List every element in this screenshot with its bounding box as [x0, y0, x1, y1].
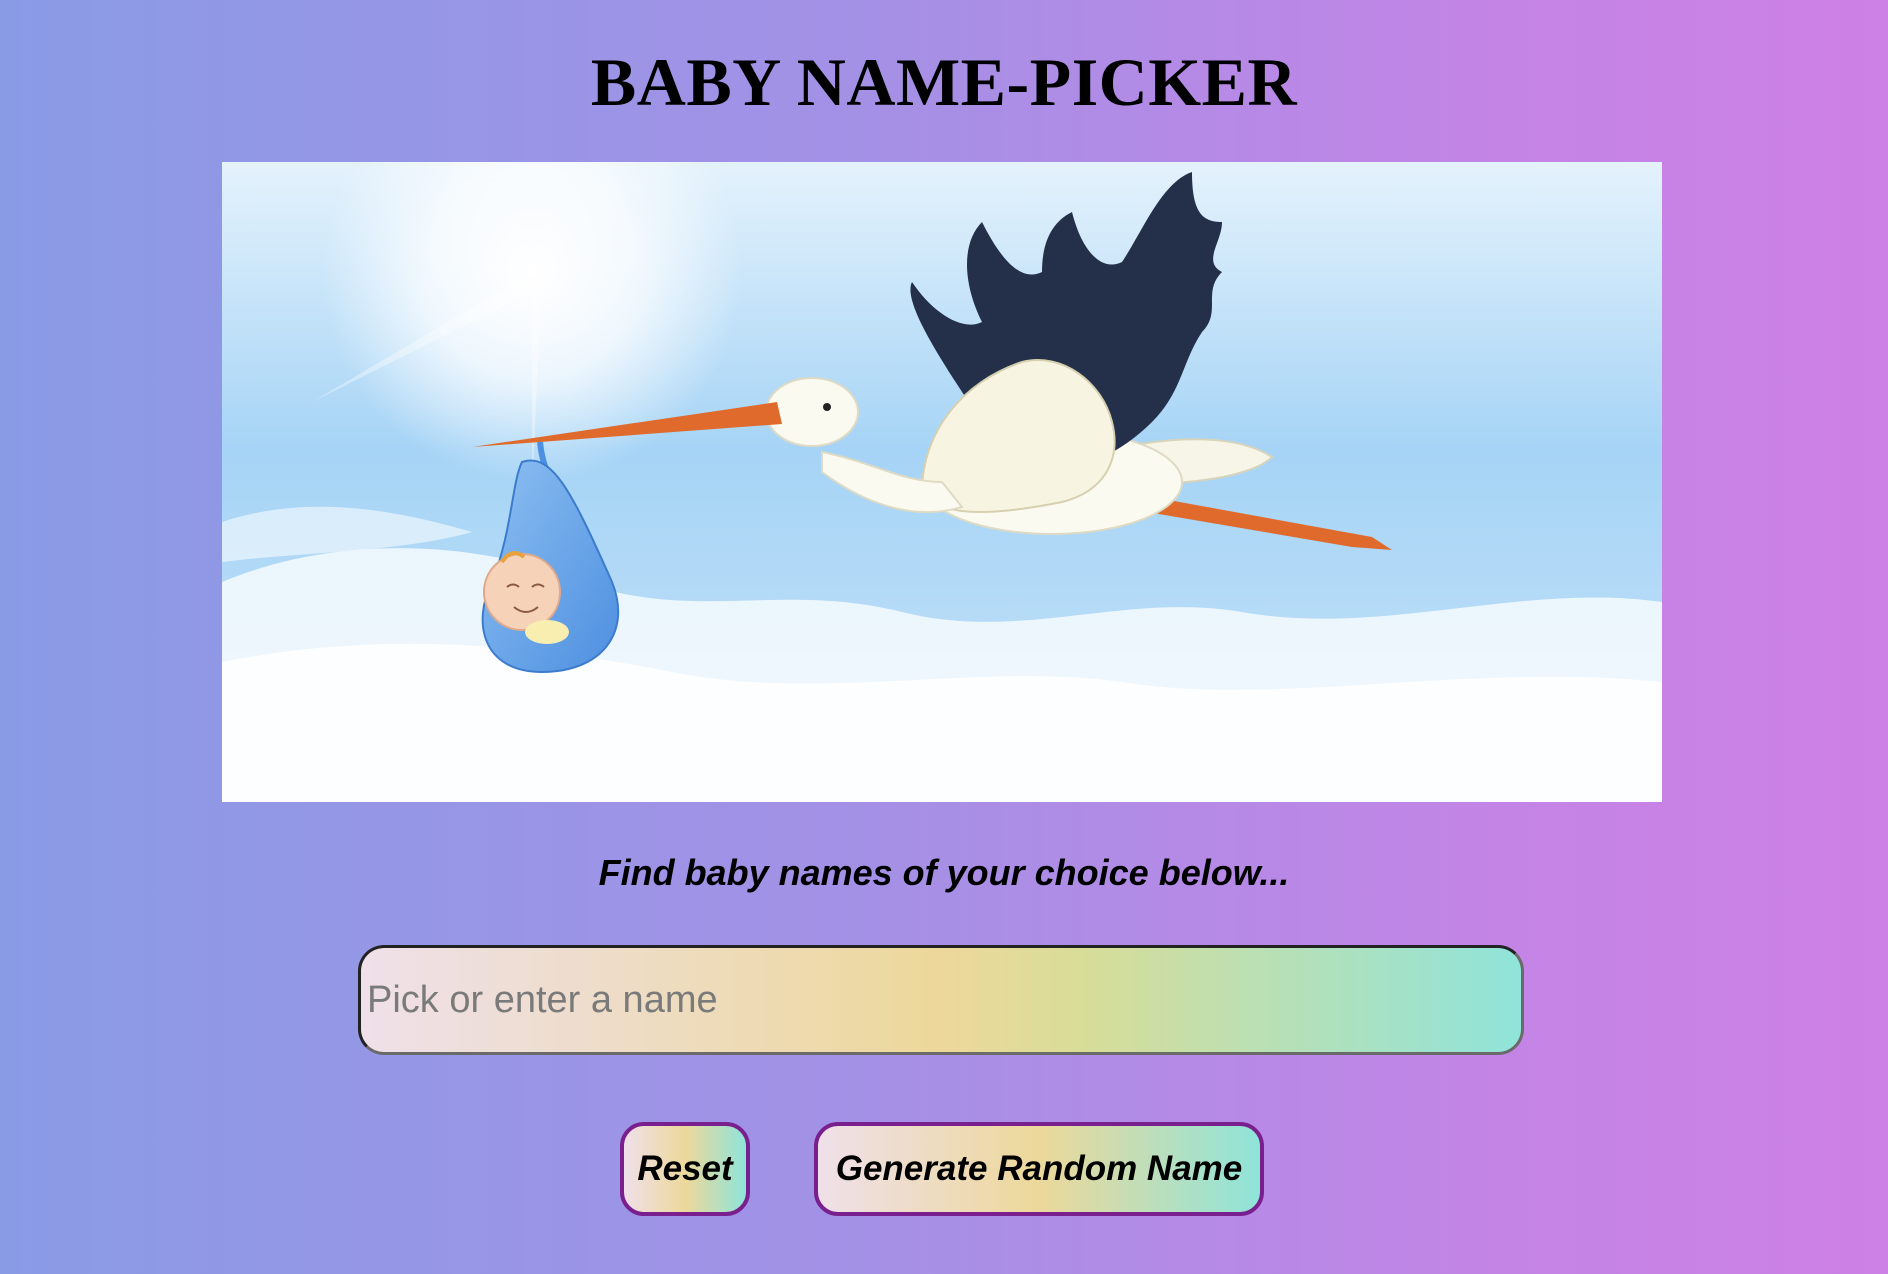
name-input[interactable] — [358, 945, 1524, 1055]
stork-illustration-icon — [222, 162, 1662, 802]
page-title: BABY NAME-PICKER — [590, 44, 1298, 120]
hero-image — [222, 162, 1662, 802]
reset-button[interactable]: Reset — [620, 1122, 750, 1216]
tagline: Find baby names of your choice below... — [598, 852, 1290, 893]
generate-random-name-button[interactable]: Generate Random Name — [814, 1122, 1264, 1216]
